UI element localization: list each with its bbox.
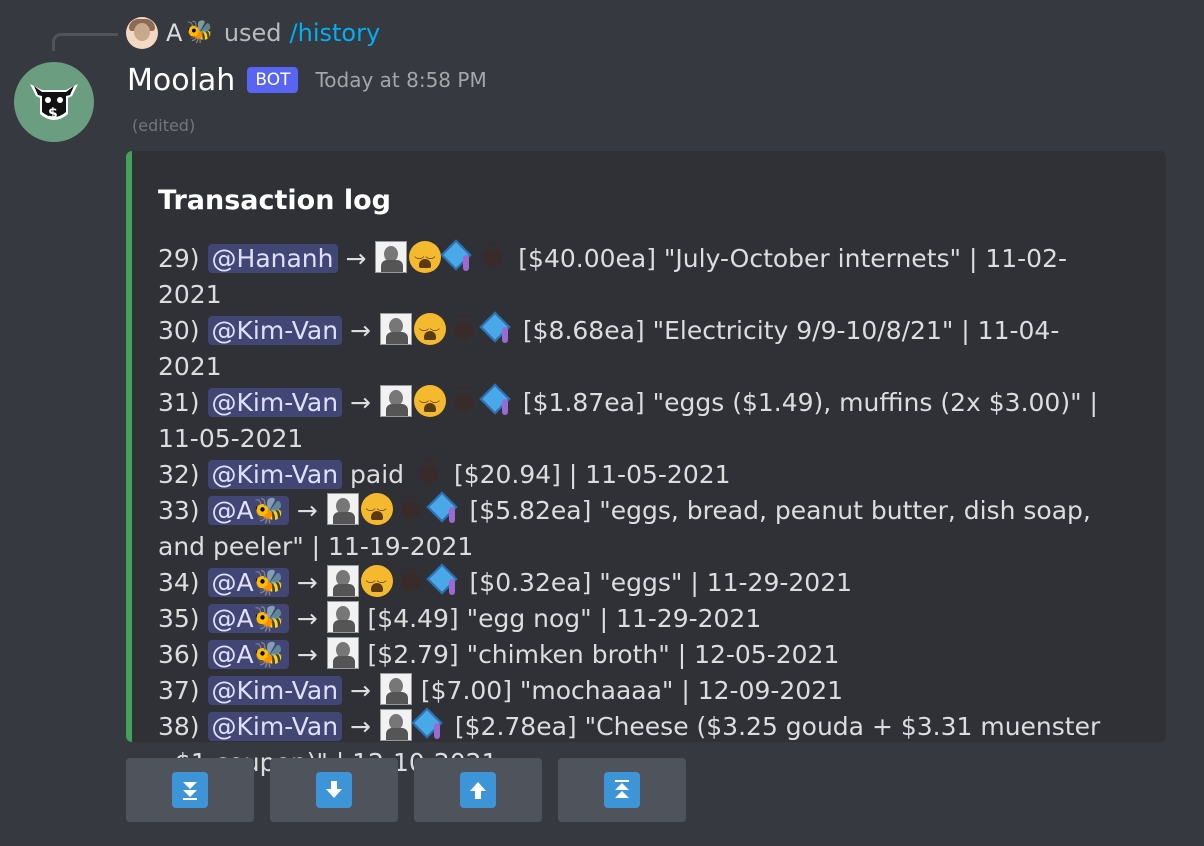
entry-connector: →	[288, 496, 326, 525]
entry-number: 31)	[158, 388, 208, 417]
arrow-down-icon	[316, 772, 352, 808]
entry-number: 37)	[158, 676, 208, 705]
transaction-entry: 30) @Kim-Van → [$8.68ea] "Electricity 9/…	[158, 313, 1108, 385]
face-emoji-icon	[413, 313, 446, 353]
embed-title: Transaction log	[158, 185, 391, 216]
entry-number: 32)	[158, 460, 208, 489]
last-page-button[interactable]	[558, 758, 686, 822]
reply-connector	[52, 33, 118, 51]
entry-details: [$0.32ea] "eggs" | 11-29-2021	[461, 568, 853, 597]
user-mention[interactable]: @Kim-Van	[207, 676, 343, 705]
kite-emoji-icon	[429, 565, 461, 597]
entry-connector: paid	[342, 460, 412, 489]
bot-username[interactable]: Moolah	[127, 63, 235, 98]
entry-number: 30)	[158, 316, 208, 345]
entry-number: 29)	[158, 244, 208, 273]
pic-emoji-icon	[326, 565, 359, 597]
face-emoji-icon	[409, 241, 442, 281]
face-emoji-icon	[413, 385, 446, 425]
entry-connector: →	[342, 388, 379, 417]
command-name[interactable]: /history	[290, 19, 381, 47]
bot-avatar[interactable]: $	[14, 62, 94, 142]
transaction-list: 29) @Hananh → [$40.00ea] "July-October i…	[158, 241, 1108, 781]
pic-emoji-icon	[379, 313, 412, 345]
entry-connector: →	[288, 604, 326, 633]
transaction-embed: Transaction log 29) @Hananh → [$40.00ea]…	[126, 151, 1166, 777]
message-timestamp[interactable]: Today at 8:58 PM	[315, 68, 486, 92]
transaction-entry: 36) @A🐝 → [$2.79] "chimken broth" | 12-0…	[158, 637, 1108, 673]
command-invocation: A 🐝 used /history	[126, 16, 380, 50]
ant-emoji-icon	[413, 457, 445, 489]
bee-emoji: 🐝	[186, 20, 214, 45]
kite-emoji-icon	[443, 241, 475, 273]
user-mention[interactable]: @Hananh	[207, 244, 338, 273]
pagination-buttons	[126, 758, 702, 822]
pic-emoji-icon	[379, 673, 412, 705]
ant-emoji-icon	[448, 313, 480, 345]
transaction-entry: 35) @A🐝 → [$4.49] "egg nog" | 11-29-2021	[158, 601, 1108, 637]
pic-emoji-icon	[326, 493, 359, 525]
double-arrow-up-icon	[604, 772, 640, 808]
entry-connector: →	[288, 640, 326, 669]
transaction-entry: 37) @Kim-Van → [$7.00] "mochaaaa" | 12-0…	[158, 673, 1108, 709]
entry-details: [$2.79] "chimken broth" | 12-05-2021	[359, 640, 840, 669]
user-mention[interactable]: @A🐝	[207, 604, 289, 633]
double-arrow-down-icon	[172, 772, 208, 808]
ant-emoji-icon	[395, 565, 427, 597]
entry-connector: →	[337, 244, 375, 273]
command-used-label: used	[223, 19, 282, 47]
transaction-entry: 34) @A🐝 → [$0.32ea] "eggs" | 11-29-2021	[158, 565, 1108, 605]
next-page-button[interactable]	[270, 758, 398, 822]
user-mention[interactable]: @A🐝	[207, 496, 289, 525]
svg-text:$: $	[48, 106, 58, 122]
user-mention[interactable]: @Kim-Van	[207, 712, 343, 741]
ant-emoji-icon	[448, 385, 480, 417]
entry-details: [$7.00] "mochaaaa" | 12-09-2021	[412, 676, 844, 705]
user-avatar[interactable]	[126, 17, 158, 49]
entry-number: 36)	[158, 640, 208, 669]
user-mention[interactable]: @Kim-Van	[207, 316, 343, 345]
entry-number: 34)	[158, 568, 208, 597]
message-header: Moolah BOT Today at 8:58 PM	[127, 60, 487, 100]
previous-page-button[interactable]	[414, 758, 542, 822]
entry-connector: →	[342, 712, 379, 741]
ant-emoji-icon	[477, 241, 509, 273]
kite-emoji-icon	[482, 313, 514, 345]
entry-details: [$4.49] "egg nog" | 11-29-2021	[359, 604, 762, 633]
first-page-button[interactable]	[126, 758, 254, 822]
kite-emoji-icon	[414, 709, 446, 741]
transaction-entry: 29) @Hananh → [$40.00ea] "July-October i…	[158, 241, 1108, 313]
command-user[interactable]: A	[166, 19, 182, 47]
cow-icon: $	[30, 84, 78, 122]
entry-number: 33)	[158, 496, 208, 525]
kite-emoji-icon	[482, 385, 514, 417]
kite-emoji-icon	[429, 493, 461, 525]
pic-emoji-icon	[326, 637, 359, 669]
entry-number: 38)	[158, 712, 208, 741]
transaction-entry: 32) @Kim-Van paid [$20.94] | 11-05-2021	[158, 457, 1108, 493]
pic-emoji-icon	[379, 385, 412, 417]
transaction-entry: 31) @Kim-Van → [$1.87ea] "eggs ($1.49), …	[158, 385, 1108, 457]
face-emoji-icon	[360, 493, 393, 533]
pic-emoji-icon	[326, 601, 359, 633]
bot-badge: BOT	[247, 67, 299, 93]
user-mention[interactable]: @Kim-Van	[207, 388, 343, 417]
face-emoji-icon	[360, 565, 393, 605]
arrow-up-icon	[460, 772, 496, 808]
entry-connector: →	[342, 676, 379, 705]
entry-details: [$20.94] | 11-05-2021	[446, 460, 731, 489]
entry-number: 35)	[158, 604, 208, 633]
entry-connector: →	[342, 316, 379, 345]
user-mention[interactable]: @A🐝	[207, 568, 289, 597]
edited-label: (edited)	[132, 116, 196, 135]
pic-emoji-icon	[375, 241, 408, 273]
user-mention[interactable]: @Kim-Van	[207, 460, 343, 489]
ant-emoji-icon	[395, 493, 427, 525]
transaction-entry: 33) @A🐝 → [$5.82ea] "eggs, bread, peanut…	[158, 493, 1108, 565]
pic-emoji-icon	[379, 709, 412, 741]
user-mention[interactable]: @A🐝	[207, 640, 289, 669]
entry-connector: →	[288, 568, 326, 597]
